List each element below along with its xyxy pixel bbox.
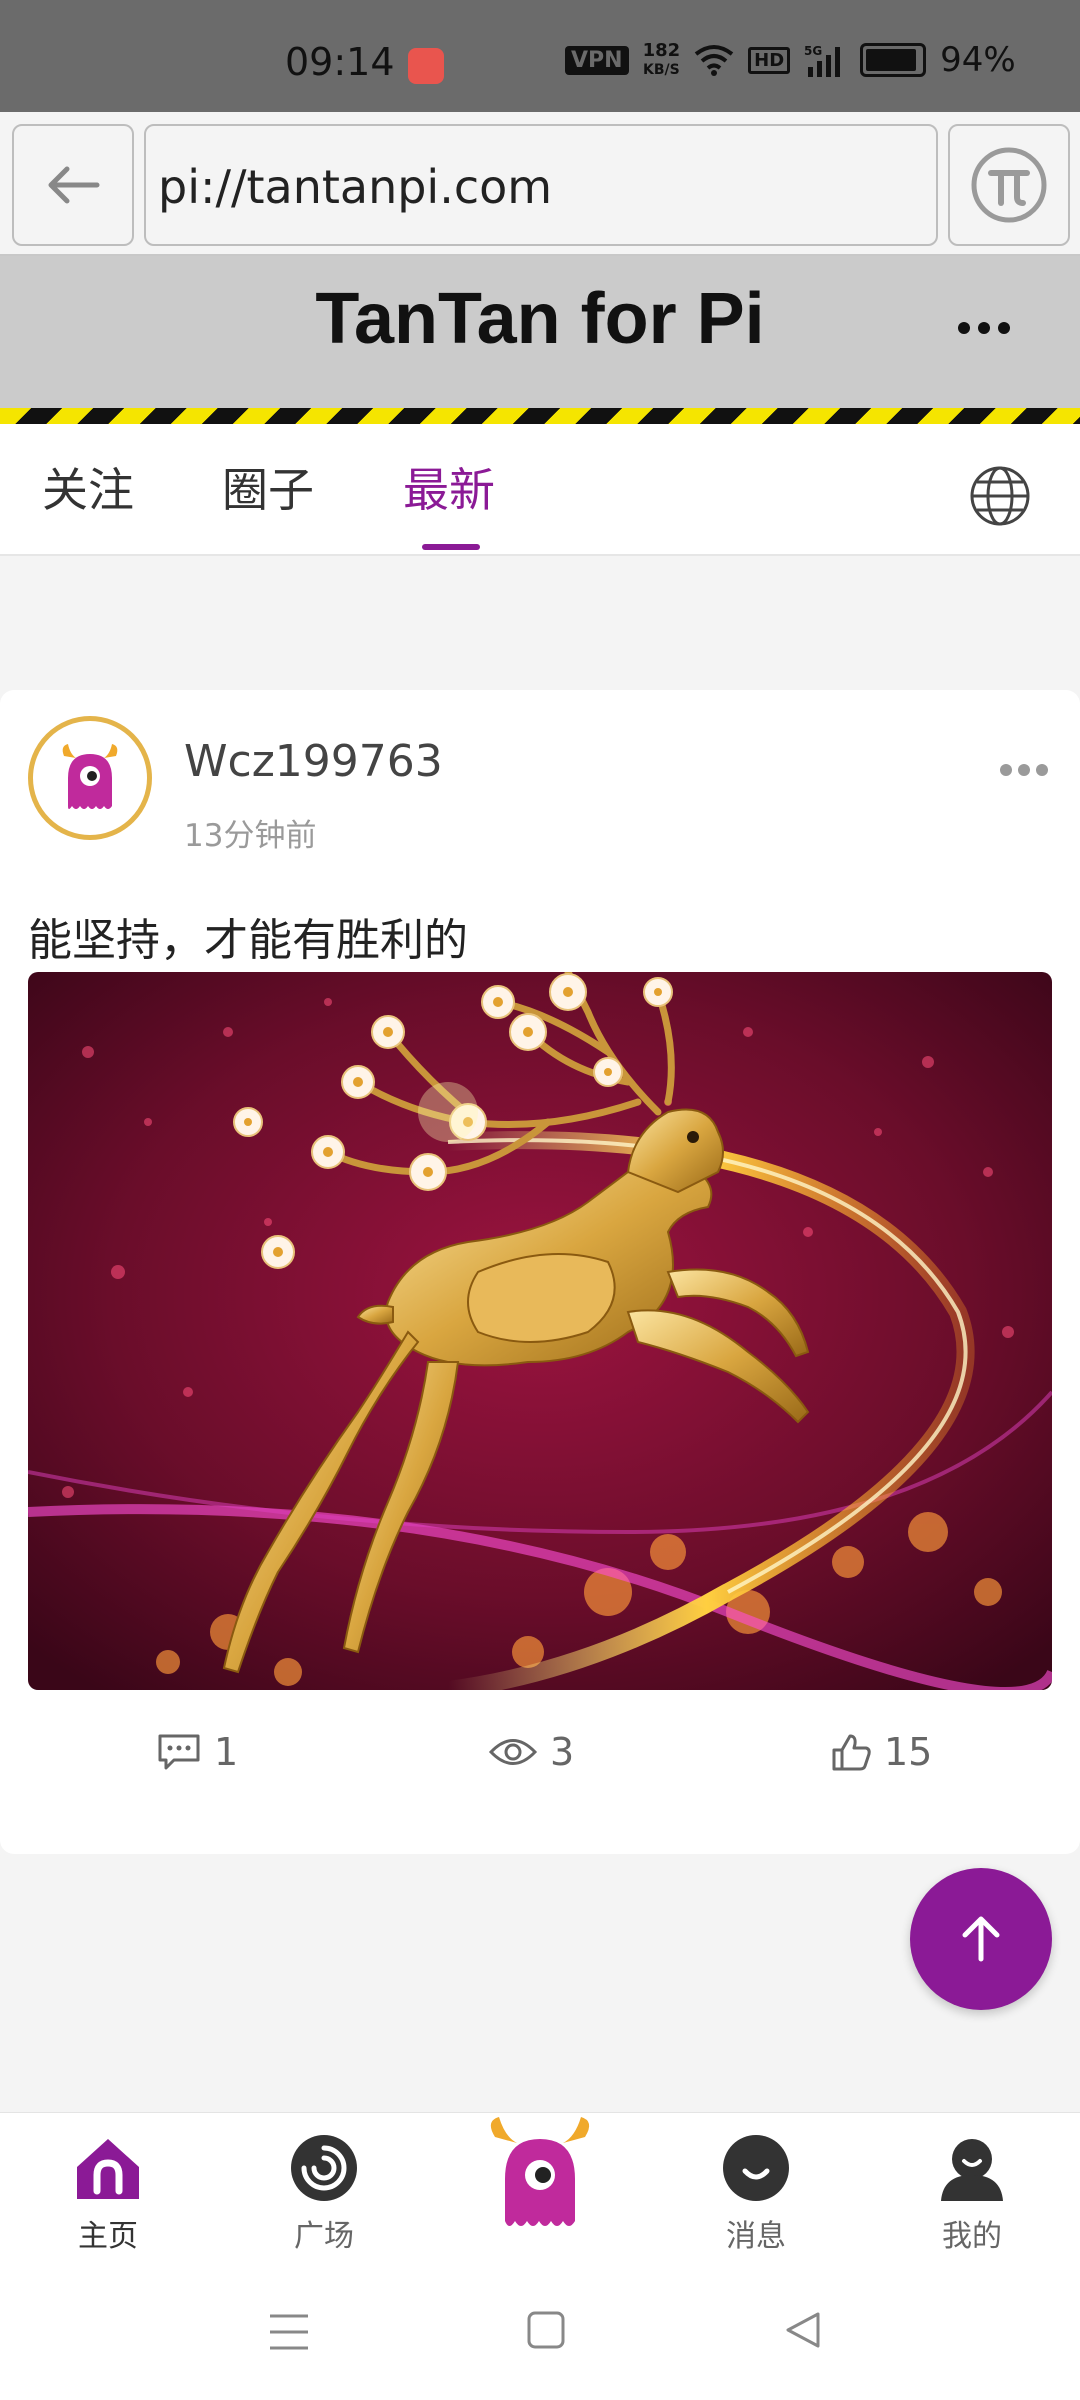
profile-icon <box>941 2139 1003 2201</box>
signal-icon: 5G <box>804 44 841 77</box>
message-icon <box>723 2135 789 2201</box>
speed-value: 182 <box>642 39 681 61</box>
back-button[interactable] <box>12 124 134 246</box>
bottom-navigation: 主页 广场 消息 我的 <box>0 2112 1080 2273</box>
battery-percent: 94% <box>940 40 1016 80</box>
hd-icon: HD <box>748 46 791 74</box>
battery-icon <box>860 43 927 77</box>
square-icon <box>291 2135 357 2201</box>
page-title: TanTan for Pi <box>315 279 765 359</box>
pi-logo-icon <box>971 147 1047 223</box>
nav-messages[interactable]: 消息 <box>686 2133 826 2255</box>
url-field[interactable]: pi://tantanpi.com <box>144 124 938 246</box>
back-arrow-icon <box>48 166 100 204</box>
thumbs-up-icon <box>832 1734 871 1771</box>
home-button-icon[interactable] <box>526 2310 566 2350</box>
more-options-icon[interactable] <box>954 318 1014 338</box>
comment-icon <box>158 1734 200 1770</box>
app-header: TanTan for Pi <box>0 256 1080 408</box>
post-image[interactable] <box>28 972 1052 1690</box>
feed-tabs: 关注 圈子 最新 <box>0 424 1080 556</box>
status-indicators: VPN 182 KB/S HD 5G 94% <box>565 40 1016 80</box>
nav-profile-label: 我的 <box>942 2219 1002 2254</box>
comment-count-value: 1 <box>214 1730 239 1774</box>
eye-icon <box>488 1739 538 1765</box>
url-text: pi://tantanpi.com <box>158 160 553 214</box>
golden-deer-image <box>28 972 1052 1690</box>
scroll-to-top-button[interactable] <box>910 1868 1052 2010</box>
nav-square-label: 广场 <box>294 2219 354 2254</box>
globe-icon[interactable] <box>968 464 1032 528</box>
like-count[interactable]: 15 <box>830 1730 932 1774</box>
avatar[interactable] <box>28 716 152 840</box>
hazard-stripe <box>0 408 1080 424</box>
nav-mascot[interactable] <box>470 2117 610 2241</box>
like-count-value: 15 <box>884 1730 933 1774</box>
post-username[interactable]: Wcz199763 <box>184 736 443 787</box>
svg-text:5G: 5G <box>804 44 822 58</box>
status-time: 09:14 <box>285 40 395 84</box>
wifi-icon <box>694 45 734 76</box>
nav-home-label: 主页 <box>78 2219 138 2254</box>
back-triangle-icon[interactable] <box>782 2310 822 2350</box>
browser-toolbar: pi://tantanpi.com <box>0 112 1080 256</box>
post-more-icon[interactable] <box>998 762 1050 778</box>
view-count-value: 3 <box>550 1730 575 1774</box>
comment-count[interactable]: 1 <box>156 1730 238 1774</box>
tab-latest[interactable]: 最新 <box>403 454 495 520</box>
nav-home[interactable]: 主页 <box>38 2133 178 2255</box>
view-count: 3 <box>488 1730 574 1774</box>
home-icon <box>77 2139 139 2199</box>
active-tab-indicator <box>422 544 480 550</box>
menu-icon[interactable] <box>268 2312 310 2352</box>
nav-messages-label: 消息 <box>726 2219 786 2254</box>
network-speed: 182 KB/S <box>642 39 681 79</box>
arrow-up-icon <box>962 1916 1000 1962</box>
app-notification-icon <box>408 48 444 84</box>
speed-unit: KB/S <box>642 61 680 78</box>
tab-follow[interactable]: 关注 <box>42 454 134 520</box>
tab-circles[interactable]: 圈子 <box>222 454 314 520</box>
mascot-icon <box>490 2117 590 2226</box>
nav-square[interactable]: 广场 <box>254 2133 394 2255</box>
post-text: 能坚持，才能有胜利的 <box>28 915 468 966</box>
system-navigation-bar <box>0 2272 1080 2400</box>
status-bar: 09:14 VPN 182 KB/S HD 5G 94% <box>0 0 1080 112</box>
post-card[interactable]: Wcz199763 13分钟前 能坚持，才能有胜利的 1 3 15 <box>0 690 1080 1854</box>
pi-browser-button[interactable] <box>948 124 1070 246</box>
post-timestamp: 13分钟前 <box>184 818 317 854</box>
mascot-avatar-icon <box>62 744 118 809</box>
vpn-icon: VPN <box>565 45 629 75</box>
nav-profile[interactable]: 我的 <box>902 2133 1042 2255</box>
